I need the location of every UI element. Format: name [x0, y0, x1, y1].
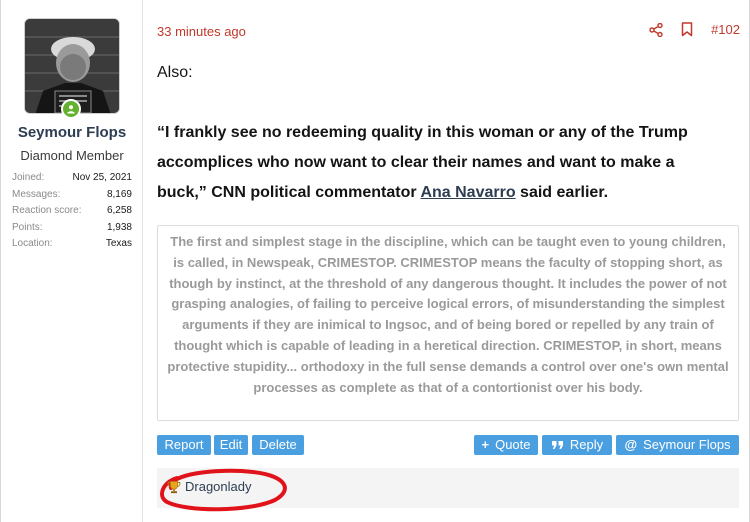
- stat-label: Reaction score:: [12, 205, 82, 216]
- stat-value: 1,938: [106, 221, 132, 233]
- quote-label: Quote: [495, 437, 531, 452]
- user-icon: [67, 105, 75, 114]
- stat-label: Messages:: [12, 188, 61, 200]
- quote-button[interactable]: + Quote: [474, 435, 538, 455]
- bookmark-icon[interactable]: [681, 22, 693, 37]
- mention-button[interactable]: @ Seymour Flops: [616, 435, 739, 455]
- quote-attribution: CNN political commentator: [206, 184, 421, 201]
- post-timestamp[interactable]: 33 minutes ago: [157, 24, 246, 39]
- reply-button[interactable]: Reply: [542, 435, 612, 455]
- stat-joined: Joined: Nov 25, 2021: [12, 170, 132, 187]
- stat-value: 6,258: [106, 205, 132, 216]
- stat-points: Points: 1,938: [12, 220, 132, 237]
- reaction-users[interactable]: Dragonlady: [185, 479, 252, 494]
- message-column: 33 minutes ago #102 Also: “I frankly see…: [142, 0, 750, 522]
- post-action-bar: Report Edit Delete + Quote Reply @ Seymo…: [157, 435, 739, 455]
- user-info-column: Seymour Flops Diamond Member Joined: Nov …: [1, 0, 142, 522]
- quote-tail: said earlier.: [515, 184, 609, 201]
- share-icon[interactable]: [649, 22, 663, 37]
- reactions-bar: Dragonlady: [157, 468, 739, 512]
- user-stats: Joined: Nov 25, 2021 Messages: 8,169 React…: [12, 170, 132, 253]
- post-quote-paragraph: “I frankly see no redeeming quality in t…: [157, 118, 727, 208]
- stat-value: Nov 25, 2021: [72, 172, 133, 183]
- stat-value: Texas: [105, 238, 132, 249]
- edit-button[interactable]: Edit: [214, 435, 248, 455]
- blockquote: The first and simplest stage in the disc…: [157, 225, 739, 421]
- stat-label: Location:: [12, 238, 53, 249]
- edit-label: Edit: [219, 437, 243, 452]
- user-title: Diamond Member: [20, 148, 124, 163]
- post-body: Also: “I frankly see no redeeming qualit…: [157, 58, 727, 208]
- quote-marks-icon: [551, 441, 563, 449]
- ana-navarro-link[interactable]: Ana Navarro: [420, 184, 515, 201]
- delete-label: Delete: [259, 437, 297, 452]
- online-status-indicator: [61, 99, 81, 119]
- plus-icon: +: [481, 437, 490, 452]
- stat-location: Location: Texas: [12, 236, 132, 253]
- stat-value: 8,169: [106, 188, 132, 200]
- reply-label: Reply: [569, 437, 604, 452]
- username[interactable]: Seymour Flops: [1, 124, 143, 141]
- stat-messages: Messages: 8,169: [12, 187, 132, 204]
- report-label: Report: [164, 437, 204, 452]
- reaction-summary[interactable]: Dragonlady: [167, 479, 252, 494]
- trophy-icon: [167, 480, 181, 493]
- delete-button[interactable]: Delete: [252, 435, 304, 455]
- mention-label: Seymour Flops: [643, 437, 731, 452]
- at-icon: @: [624, 437, 638, 452]
- report-button[interactable]: Report: [157, 435, 211, 455]
- post-header-actions: #102: [649, 22, 740, 37]
- post-number-link[interactable]: #102: [711, 22, 740, 37]
- stat-label: Points:: [12, 221, 43, 233]
- forum-post: Seymour Flops Diamond Member Joined: Nov …: [0, 0, 750, 522]
- stat-reaction-score: Reaction score: 6,258: [12, 203, 132, 220]
- post-intro: Also:: [157, 64, 193, 81]
- stat-label: Joined:: [12, 172, 45, 183]
